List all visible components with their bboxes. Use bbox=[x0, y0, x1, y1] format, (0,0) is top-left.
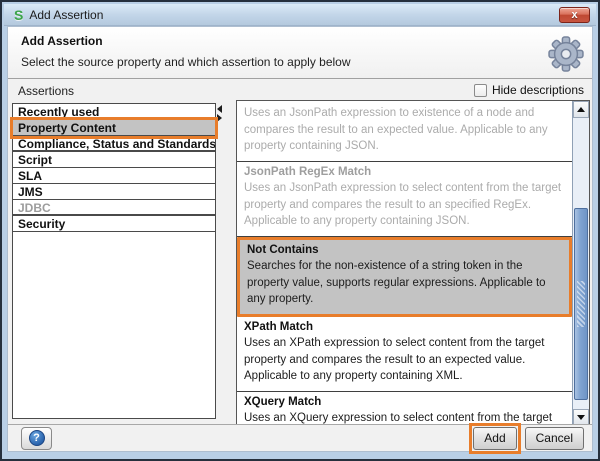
hide-descriptions-checkbox[interactable]: Hide descriptions bbox=[474, 83, 584, 97]
scrollbar-thumb[interactable] bbox=[574, 208, 588, 400]
category-item-property-content[interactable]: Property Content bbox=[13, 120, 215, 136]
assertions-label: Assertions bbox=[18, 84, 74, 98]
close-icon: x bbox=[571, 10, 577, 21]
category-item-jdbc: JDBC bbox=[13, 200, 215, 216]
question-icon: ? bbox=[29, 430, 45, 446]
cancel-button[interactable]: Cancel bbox=[525, 427, 584, 450]
collapse-left-icon[interactable] bbox=[217, 105, 222, 113]
gear-icon bbox=[548, 35, 584, 73]
assertion-description: Uses an XPath expression to select conte… bbox=[244, 335, 566, 385]
assertion-title: Not Contains bbox=[247, 244, 563, 256]
assertion-title: XQuery Match bbox=[244, 396, 566, 408]
category-item-script[interactable]: Script bbox=[13, 152, 215, 168]
close-button[interactable]: x bbox=[559, 7, 590, 23]
assertion-sections: Uses an JsonPath expression to existence… bbox=[237, 101, 572, 427]
assertion-description: Searches for the non-existence of a stri… bbox=[247, 258, 563, 308]
category-item-jms[interactable]: JMS bbox=[13, 184, 215, 200]
category-item-sla[interactable]: SLA bbox=[13, 168, 215, 184]
assertion-description-panel: Uses an JsonPath expression to existence… bbox=[236, 100, 590, 427]
assertion-category-list: Recently used Property Content Complianc… bbox=[12, 103, 216, 419]
splitter-collapse-buttons[interactable] bbox=[217, 105, 225, 121]
arrow-up-icon bbox=[577, 107, 585, 112]
arrow-down-icon bbox=[577, 415, 585, 420]
title-bar[interactable]: S Add Assertion x bbox=[4, 4, 596, 26]
dialog-footer: ? Add Cancel bbox=[8, 424, 592, 451]
assertion-item-xquery-match[interactable]: XQuery Match Uses an XQuery expression t… bbox=[237, 392, 572, 427]
assertion-item-jsonpath-match: Uses an JsonPath expression to existence… bbox=[237, 101, 572, 162]
dialog-subtitle: Select the source property and which ass… bbox=[21, 55, 351, 69]
soapui-logo-icon: S bbox=[14, 8, 23, 22]
dialog-heading: Add Assertion bbox=[21, 34, 103, 48]
assertion-item-xpath-match[interactable]: XPath Match Uses an XPath expression to … bbox=[237, 317, 572, 392]
add-button-annotation: Add bbox=[469, 423, 520, 454]
category-item-recently-used[interactable]: Recently used bbox=[13, 104, 215, 120]
add-button[interactable]: Add bbox=[473, 427, 516, 450]
assertion-item-not-contains[interactable]: Not Contains Searches for the non-existe… bbox=[237, 237, 572, 317]
help-button[interactable]: ? bbox=[21, 427, 52, 450]
assertion-item-jsonpath-regex-match: JsonPath RegEx Match Uses an JsonPath ex… bbox=[237, 162, 572, 237]
checkbox-box-icon[interactable] bbox=[474, 84, 487, 97]
window-title: Add Assertion bbox=[29, 8, 103, 22]
scroll-up-button[interactable] bbox=[573, 101, 589, 118]
assertion-description: Uses an JsonPath expression to select co… bbox=[244, 180, 566, 230]
assertion-title: XPath Match bbox=[244, 321, 566, 333]
collapse-right-icon[interactable] bbox=[217, 114, 222, 122]
vertical-scrollbar[interactable] bbox=[572, 101, 589, 426]
dialog-header: Add Assertion Select the source property… bbox=[8, 27, 592, 79]
hide-descriptions-label: Hide descriptions bbox=[492, 83, 584, 97]
assertion-title: JsonPath RegEx Match bbox=[244, 166, 566, 178]
category-item-compliance[interactable]: Compliance, Status and Standards bbox=[13, 136, 215, 152]
add-assertion-dialog: S Add Assertion x Add Assertion Select t… bbox=[0, 0, 600, 461]
dialog-client-area: Add Assertion Select the source property… bbox=[7, 26, 593, 452]
category-item-security[interactable]: Security bbox=[13, 216, 215, 232]
assertion-description: Uses an JsonPath expression to existence… bbox=[244, 105, 566, 155]
